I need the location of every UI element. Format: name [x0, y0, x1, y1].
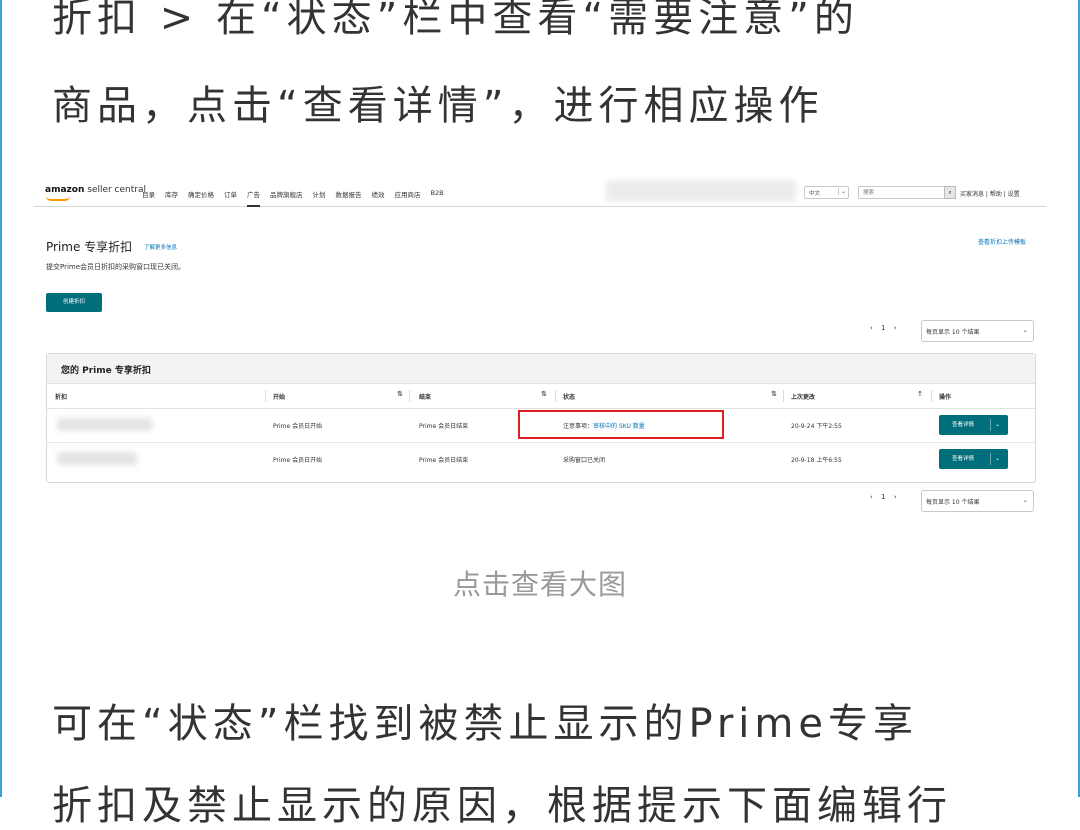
sort-arrows-icon[interactable]: ⇅ — [397, 390, 403, 398]
start-cell: Prime 会员日开始 — [273, 457, 323, 464]
top-navigation-bar: amazon seller central 目录 库存 确定价格 订单 广告 品… — [34, 170, 1046, 207]
column-divider — [265, 390, 266, 402]
button-divider — [990, 453, 991, 465]
start-cell: Prime 会员日开始 — [273, 423, 323, 430]
arrow-up-icon[interactable]: ↑ — [917, 390, 923, 398]
column-header-actions: 操作 — [939, 394, 952, 401]
view-details-button[interactable]: 查看详情 ⌄ — [939, 415, 1008, 435]
button-divider — [990, 419, 991, 431]
pagination-top[interactable]: ‹ 1 › — [870, 324, 900, 332]
discount-table: 您的 Prime 专享折扣 折扣 开始 ⇅ 结束 ⇅ 状态 ⇅ 上次更改 ↑ 操… — [46, 353, 1036, 483]
nav-item-performance[interactable]: 绩效 — [372, 189, 385, 207]
status-cell: 采购窗口已关闭 — [563, 457, 606, 464]
amazon-smile-icon — [46, 196, 70, 201]
blurred-discount-name — [57, 418, 152, 431]
per-page-value: 每页显示 10 个结果 — [926, 329, 980, 336]
column-divider — [783, 390, 784, 402]
column-divider — [931, 390, 932, 402]
column-header-start[interactable]: 开始 — [273, 392, 285, 401]
nav-item-appstore[interactable]: 应用商店 — [395, 189, 421, 207]
column-divider — [409, 390, 410, 402]
logo-bold-text: amazon — [45, 185, 85, 195]
language-select[interactable]: 中文 ⌄ — [804, 186, 849, 199]
column-header-end[interactable]: 结束 — [419, 392, 431, 401]
nav-item-programs[interactable]: 计划 — [313, 189, 326, 207]
search-input[interactable] — [858, 186, 954, 199]
chevron-down-icon[interactable]: ⌄ — [995, 449, 1000, 469]
table-row: Prime 会员日开始 Prime 会员日结束 采购窗口已关闭 20-9-18 … — [47, 442, 1035, 476]
seller-central-screenshot[interactable]: amazon seller central 目录 库存 确定价格 订单 广告 品… — [34, 170, 1046, 520]
status-link[interactable]: 审核中的 SKU 数量 — [593, 423, 645, 430]
last-updated-cell: 20-9-18 上午6:55 — [791, 457, 842, 464]
create-discount-button[interactable]: 创建折扣 — [46, 293, 102, 312]
column-header-status: 状态 — [563, 394, 576, 401]
view-details-label: 查看详情 — [952, 456, 975, 462]
nav-item-catalog[interactable]: 目录 — [142, 189, 155, 207]
page-title: Prime 专享折扣 — [46, 240, 133, 254]
learn-more-link[interactable]: 了解更多信息 — [144, 243, 177, 251]
nav-item-b2b[interactable]: B2B — [431, 189, 444, 207]
per-page-select-top[interactable]: 每页显示 10 个结果 ⌄ — [921, 320, 1034, 342]
view-large-image-caption[interactable]: 点击查看大图 — [0, 563, 1080, 603]
closed-window-notice: 提交Prime会员日折扣的采购窗口现已关闭。 — [46, 263, 186, 271]
search-icon[interactable]: ⌕ — [944, 186, 956, 199]
logo-thin-text: seller central — [84, 185, 146, 195]
blurred-account-info — [606, 180, 796, 202]
column-header-last-updated[interactable]: 上次更改 — [791, 392, 815, 401]
article-text-line-1: 折扣 > 在“状态”栏中查看“需要注意”的 — [52, 0, 859, 41]
column-header-discount: 折扣 — [55, 394, 68, 401]
language-value: 中文 — [809, 191, 821, 197]
nav-item-orders[interactable]: 订单 — [224, 189, 237, 207]
article-text-line-4: 折扣及禁止显示的原因，根据提示下面编辑行 — [52, 783, 952, 829]
view-details-label: 查看详情 — [952, 422, 975, 428]
nav-item-reports[interactable]: 数据报告 — [336, 189, 362, 207]
column-divider — [555, 390, 556, 402]
amazon-seller-central-logo[interactable]: amazon seller central — [45, 185, 146, 195]
article-text-line-3: 可在“状态”栏找到被禁止显示的Prime专享 — [52, 701, 918, 747]
chevron-down-icon[interactable]: ⌄ — [995, 415, 1000, 435]
end-cell: Prime 会员日结束 — [419, 457, 469, 464]
pagination-bottom[interactable]: ‹ 1 › — [870, 493, 900, 501]
left-frame-border — [0, 0, 2, 797]
main-nav: 目录 库存 确定价格 订单 广告 品牌旗舰店 计划 数据报告 绩效 应用商店 B… — [142, 189, 444, 207]
view-template-link[interactable]: 查看折扣上传模板 — [978, 237, 1026, 246]
chevron-down-icon: ⌄ — [1022, 496, 1028, 504]
status-prefix: 注意事项： — [563, 423, 594, 430]
table-title: 您的 Prime 专享折扣 — [47, 354, 1035, 384]
chevron-down-icon: ⌄ — [837, 188, 846, 195]
nav-item-advertising[interactable]: 广告 — [247, 189, 260, 207]
chevron-down-icon: ⌄ — [1022, 326, 1028, 334]
end-cell: Prime 会员日结束 — [419, 423, 469, 430]
sort-arrows-icon[interactable]: ⇅ — [541, 390, 547, 398]
status-cell: 注意事项：审核中的 SKU 数量 — [563, 421, 645, 430]
last-updated-cell: 20-9-24 下午2:55 — [791, 423, 842, 430]
table-header: 折扣 开始 ⇅ 结束 ⇅ 状态 ⇅ 上次更改 ↑ 操作 — [47, 384, 1035, 409]
nav-item-inventory[interactable]: 库存 — [165, 189, 178, 207]
nav-item-stores[interactable]: 品牌旗舰店 — [270, 189, 303, 207]
nav-item-pricing[interactable]: 确定价格 — [188, 189, 214, 207]
per-page-select-bottom[interactable]: 每页显示 10 个结果 ⌄ — [921, 490, 1034, 512]
article-text-line-2: 商品，点击“查看详情”，进行相应操作 — [52, 83, 824, 129]
table-row: Prime 会员日开始 Prime 会员日结束 注意事项：审核中的 SKU 数量… — [47, 408, 1035, 443]
sort-arrows-icon[interactable]: ⇅ — [771, 390, 777, 398]
blurred-discount-name — [57, 452, 137, 465]
top-links[interactable]: 买家消息 | 帮助 | 设置 — [960, 189, 1020, 198]
view-details-button[interactable]: 查看详情 ⌄ — [939, 449, 1008, 469]
per-page-value: 每页显示 10 个结果 — [926, 499, 980, 506]
